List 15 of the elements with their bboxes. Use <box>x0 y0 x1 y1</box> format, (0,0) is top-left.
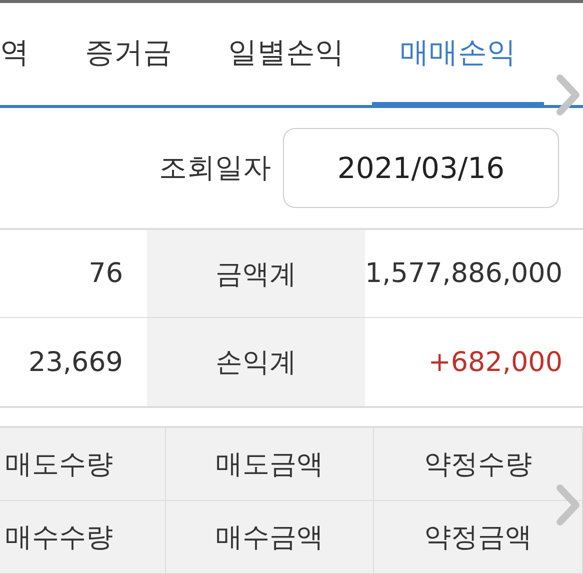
date-label: 조회일자 <box>159 150 271 186</box>
row-header: 금액계 <box>147 230 365 318</box>
tab[interactable]: 매매손익 <box>372 3 544 105</box>
column-header: 매도금액 <box>166 428 374 501</box>
date-field[interactable]: 2021/03/16 <box>283 128 559 208</box>
tab[interactable]: 역 <box>0 3 57 105</box>
tab[interactable]: 일별손익 <box>200 3 372 105</box>
column-header: 약정수량 <box>374 428 583 501</box>
column-header: 약정금액 <box>374 501 583 574</box>
chevron-right-icon[interactable] <box>555 73 581 117</box>
tab[interactable]: 증거금 <box>57 3 200 105</box>
column-header: 매도수량 <box>0 428 166 501</box>
row-header: 손익계 <box>147 318 365 406</box>
column-header: 매수금액 <box>166 501 374 574</box>
column-header: 매수수량 <box>0 501 166 574</box>
